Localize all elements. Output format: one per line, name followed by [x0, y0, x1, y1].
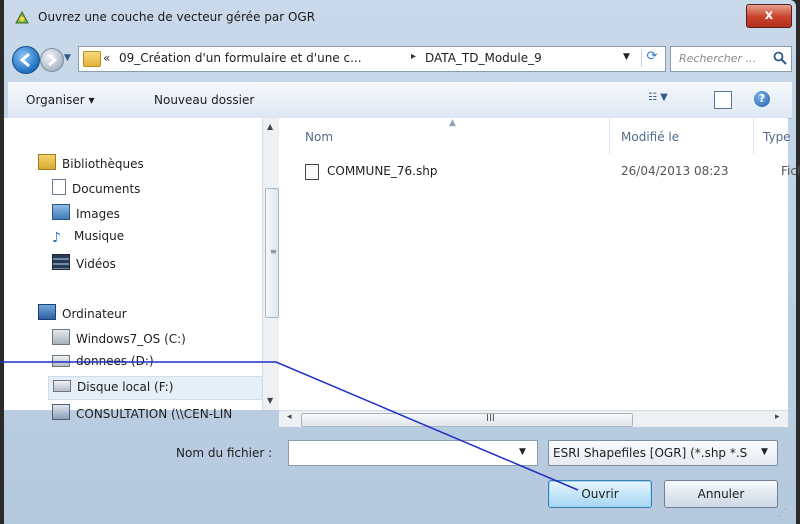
filename-history-chevron-icon[interactable]: ▼	[519, 447, 526, 457]
forward-button[interactable]	[40, 48, 64, 72]
column-header-modified[interactable]: Modifié le	[621, 130, 679, 144]
column-divider[interactable]	[609, 118, 610, 154]
change-view-icon[interactable]: ☷ ▼	[648, 92, 678, 108]
music-note-icon: ♪	[52, 230, 61, 246]
scroll-left-arrow-icon[interactable]: ◂	[287, 412, 292, 422]
hard-drive-icon	[53, 380, 71, 392]
shapefile-icon	[305, 164, 319, 180]
file-modified-date: 26/04/2013 08:23	[621, 164, 729, 178]
scroll-down-arrow-icon[interactable]: ▼	[267, 396, 273, 405]
back-button[interactable]	[12, 46, 40, 74]
file-list: ▲ Nom Modifié le Type COMMUNE_76.shp 26/…	[279, 118, 800, 410]
scroll-right-arrow-icon[interactable]: ▸	[775, 412, 780, 422]
nav-documents[interactable]: Documents	[52, 179, 140, 196]
filename-input[interactable]: ▼	[288, 440, 538, 466]
horizontal-scroll-thumb[interactable]: III	[301, 413, 633, 427]
chevron-down-icon[interactable]: ▼	[761, 447, 768, 457]
breadcrumb-current-folder[interactable]: DATA_TD_Module_9	[425, 51, 542, 65]
system-drive-icon	[52, 329, 70, 345]
column-divider[interactable]	[753, 118, 754, 154]
file-type-filter-select[interactable]: ESRI Shapefiles [OGR] (*.shp *.S ▼	[548, 440, 778, 466]
arrow-right-icon	[48, 54, 57, 66]
nav-drive-f[interactable]: Disque local (F:)	[48, 376, 268, 400]
nav-pane-vertical-scrollbar[interactable]: ▲ ≡ ▼	[262, 118, 279, 410]
nav-music[interactable]: ♪ Musique	[52, 229, 124, 245]
navigation-pane: Bibliothèques Documents Images ♪ Musique …	[4, 118, 268, 421]
search-icon[interactable]	[773, 51, 787, 65]
close-button[interactable]: x	[746, 4, 792, 28]
nav-drive-d[interactable]: donnees (D:)	[52, 354, 154, 368]
scroll-grip-icon: III	[486, 413, 495, 424]
nav-computer[interactable]: Ordinateur	[38, 304, 127, 321]
search-placeholder: Rechercher ...	[679, 52, 757, 65]
vertical-scroll-thumb[interactable]: ≡	[265, 188, 279, 318]
cancel-button[interactable]: Annuler	[664, 480, 778, 508]
nav-drive-c[interactable]: Windows7_OS (C:)	[52, 329, 186, 346]
title-bar: Ouvrez une couche de vecteur gérée par O…	[4, 0, 796, 38]
film-icon	[52, 254, 70, 270]
documents-icon	[52, 179, 66, 195]
network-drive-icon	[52, 404, 70, 420]
refresh-icon[interactable]: ⟳	[641, 49, 662, 67]
file-row[interactable]: COMMUNE_76.shp 26/04/2013 08:23 Fichi	[305, 162, 800, 184]
help-icon[interactable]: ?	[754, 91, 770, 107]
qgis-app-icon	[15, 10, 29, 24]
breadcrumb-separator[interactable]: ▸	[411, 51, 416, 62]
nav-images[interactable]: Images	[52, 204, 120, 221]
search-box[interactable]: Rechercher ...	[670, 46, 792, 72]
file-type-filter-value: ESRI Shapefiles [OGR] (*.shp *.S	[553, 446, 748, 460]
scroll-grip-icon: ≡	[270, 247, 277, 256]
breadcrumb-overflow[interactable]: «	[103, 51, 110, 65]
organize-menu-button[interactable]: Organiser ▾	[26, 93, 94, 107]
open-button[interactable]: Ouvrir	[548, 480, 652, 508]
nav-videos[interactable]: Vidéos	[52, 254, 116, 271]
file-list-horizontal-scrollbar[interactable]: ◂ III ▸	[279, 410, 788, 427]
resize-grip-icon[interactable]: ⋰	[778, 508, 787, 518]
file-name: COMMUNE_76.shp	[327, 164, 438, 178]
images-icon	[52, 204, 70, 220]
libraries-icon	[38, 154, 56, 170]
breadcrumb-parent-folder[interactable]: 09_Création d'un formulaire et d'une c..…	[119, 51, 362, 65]
hard-drive-icon	[52, 355, 70, 367]
scroll-up-arrow-icon[interactable]: ▲	[267, 122, 273, 131]
sort-ascending-icon: ▲	[449, 118, 456, 128]
column-header-name[interactable]: Nom	[305, 130, 333, 144]
navigation-row: ▼ « 09_Création d'un formulaire et d'une…	[8, 44, 792, 74]
window-title: Ouvrez une couche de vecteur gérée par O…	[38, 10, 316, 24]
arrow-left-icon	[19, 52, 30, 68]
command-toolbar: Organiser ▾ Nouveau dossier ☷ ▼ ?	[8, 82, 792, 119]
new-folder-button[interactable]: Nouveau dossier	[154, 93, 254, 107]
nav-libraries[interactable]: Bibliothèques	[38, 154, 144, 171]
preview-pane-icon[interactable]	[714, 91, 732, 109]
address-dropdown-chevron-icon[interactable]: ▼	[623, 52, 630, 62]
folder-icon	[83, 51, 101, 67]
column-header-type[interactable]: Type	[763, 130, 791, 144]
nav-network-drive[interactable]: CONSULTATION (\\CEN-LIN	[52, 404, 232, 421]
filename-label: Nom du fichier :	[176, 446, 273, 460]
address-bar[interactable]: « 09_Création d'un formulaire et d'une c…	[78, 46, 666, 72]
recent-locations-chevron-icon[interactable]: ▼	[64, 52, 74, 64]
computer-icon	[38, 304, 56, 320]
file-type: Fichi	[781, 164, 800, 178]
